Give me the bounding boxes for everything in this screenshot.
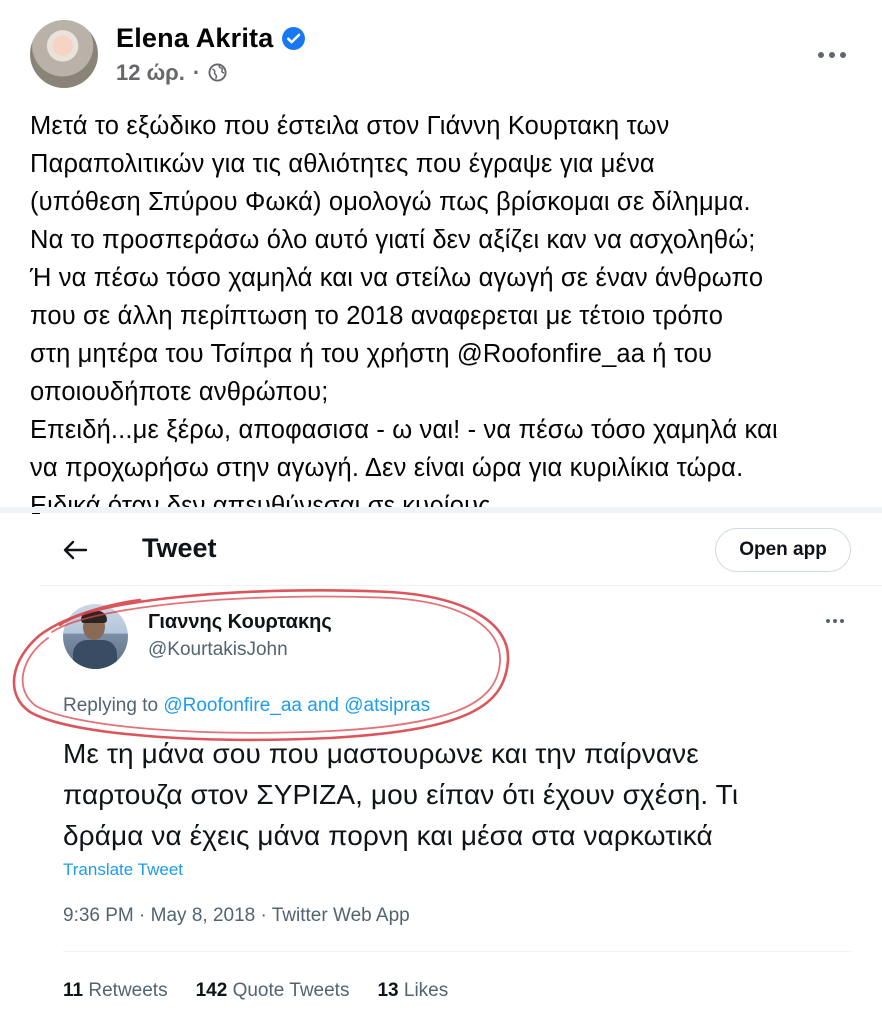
tweet-topbar: Tweet Open app — [40, 513, 882, 586]
quotes-label: Quote Tweets — [232, 980, 350, 1001]
author-name-row: Elena Akrita — [116, 23, 306, 54]
post-meta: Elena Akrita 12 ώρ. · — [116, 23, 306, 86]
more-options-icon[interactable] — [810, 40, 854, 70]
tweet-screenshot[interactable]: Tweet Open app Γιαννης Κουρτακης @Kourta… — [40, 513, 882, 1024]
facebook-post: Elena Akrita 12 ώρ. · Μετά το εξώδικο πο… — [0, 0, 882, 520]
tweet-header-title: Tweet — [142, 533, 217, 563]
open-app-button[interactable]: Open app — [715, 528, 851, 572]
post-line: στη μητέρα του Τσίπρα ή του χρήστη @Roof… — [30, 340, 713, 368]
likes-count: 13 — [377, 980, 399, 1001]
tweet-line: Με τη μάνα σου που μαστουρωνε και την πα… — [63, 738, 699, 769]
post-line: Επειδή...με ξέρω, αποφασισα - ω ναι! - ν… — [30, 416, 778, 444]
tweet-author-avatar[interactable] — [63, 604, 128, 669]
tweet-body: Με τη μάνα σου που μαστουρωνε και την πα… — [63, 733, 863, 856]
separator-dot: · — [192, 59, 201, 85]
reply-user-link[interactable]: @atsipras — [344, 695, 430, 716]
post-line: που σε άλλη περίπτωση το 2018 αναφερεται… — [30, 302, 724, 330]
translate-tweet-link[interactable]: Translate Tweet — [63, 860, 183, 880]
post-subline: 12 ώρ. · — [116, 60, 306, 86]
post-line: Παραπολιτικών για τις αθλιότητες που έγρ… — [30, 150, 655, 178]
post-line: (υπόθεση Σπύρου Φωκά) ομολογώ πως βρίσκο… — [30, 188, 751, 216]
likes-label: Likes — [403, 980, 449, 1001]
post-line: Ή να πέσω τόσο χαμηλά και να στείλω αγωγ… — [30, 264, 764, 292]
tweet-timestamp[interactable]: 9:36 PM · May 8, 2018 · Twitter Web App — [63, 905, 410, 927]
globe-icon — [208, 63, 227, 82]
reply-and-text: and — [302, 695, 345, 716]
author-avatar[interactable] — [30, 20, 98, 88]
post-time[interactable]: 12 ώρ. — [116, 60, 185, 86]
post-line: Να το προσπεράσω όλο αυτό γιατί δεν αξίζ… — [30, 226, 756, 254]
quote-tweets-stat[interactable]: 142 Quote Tweets — [196, 980, 350, 1002]
back-arrow-icon[interactable] — [62, 539, 88, 561]
likes-stat[interactable]: 13 Likes — [377, 980, 448, 1002]
verified-badge-icon — [282, 26, 306, 50]
retweets-stat[interactable]: 11 Retweets — [63, 980, 168, 1002]
author-name[interactable]: Elena Akrita — [116, 23, 273, 54]
tweet-author-handle[interactable]: @KourtakisJohn — [148, 639, 288, 661]
tweet-line: δράμα να έχεις μάνα πορνη και μέσα στα ν… — [63, 820, 713, 851]
tweet-separator — [63, 951, 851, 952]
post-header: Elena Akrita 12 ώρ. · — [30, 20, 306, 88]
post-line: Μετά το εξώδικο που έστειλα στον Γιάννη … — [30, 112, 670, 140]
tweet-more-icon[interactable] — [826, 619, 844, 623]
tweet-line: παρτουζα στον ΣΥΡΙΖΑ, μου είπαν ότι έχου… — [63, 779, 739, 810]
quotes-count: 142 — [195, 980, 228, 1001]
post-line: οποιουδήποτε ανθρώπου; — [30, 378, 329, 406]
replying-prefix: Replying to — [63, 695, 164, 716]
retweets-count: 11 — [63, 980, 84, 1001]
reply-user-link[interactable]: @Roofonfire_aa — [163, 695, 302, 716]
retweets-label: Retweets — [88, 980, 168, 1001]
post-text: Μετά το εξώδικο που έστειλα στον Γιάννη … — [30, 107, 870, 525]
post-line: να προχωρήσω στην αγωγή. Δεν είναι ώρα γ… — [30, 454, 744, 482]
tweet-author-name[interactable]: Γιαννης Κουρτακης — [148, 611, 332, 634]
replying-to: Replying to @Roofonfire_aa and @atsipras — [63, 695, 430, 717]
tweet-stats: 11 Retweets 142 Quote Tweets 13 Likes — [63, 980, 448, 1002]
